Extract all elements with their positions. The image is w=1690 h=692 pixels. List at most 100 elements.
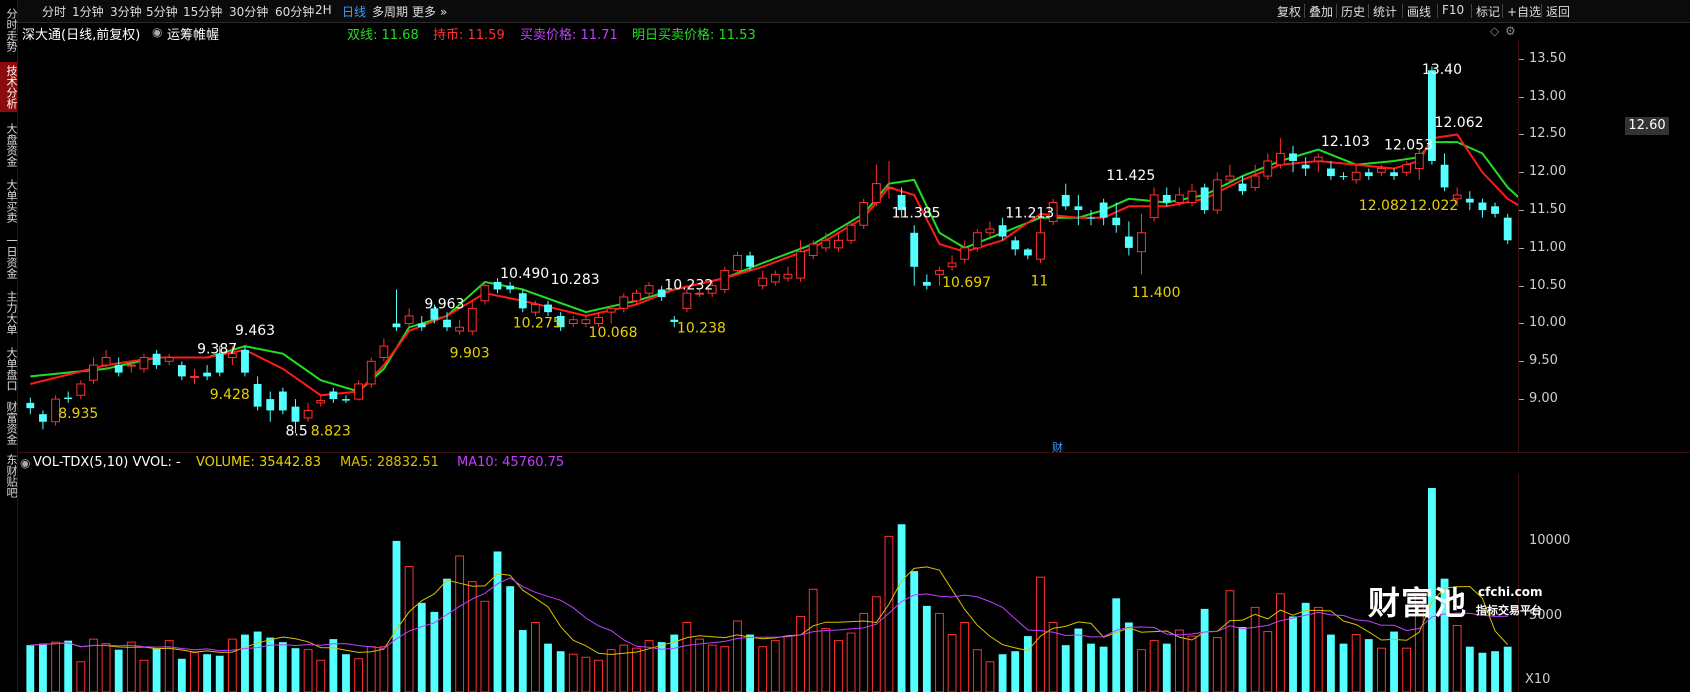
candle <box>1263 153 1273 180</box>
volume-bar <box>746 634 754 692</box>
period-tab-9[interactable]: 多周期 <box>372 3 408 20</box>
candle <box>910 225 919 286</box>
period-tab-4[interactable]: 15分钟 <box>183 3 222 20</box>
toolbar-button-8[interactable]: 返回 <box>1546 3 1570 20</box>
volume-chart[interactable] <box>18 474 1518 692</box>
volume-bar <box>203 654 212 692</box>
period-tab-6[interactable]: 60分钟 <box>275 3 314 20</box>
toolbar-button-3[interactable]: 统计 <box>1373 3 1397 20</box>
sidebar-item-4[interactable]: 一日资金 <box>0 232 18 282</box>
sidebar-item-7[interactable]: 财富资金 <box>0 400 18 446</box>
volume-bar <box>1238 627 1247 692</box>
candle <box>26 397 35 415</box>
candle <box>1011 236 1020 256</box>
candle <box>177 361 186 381</box>
candle <box>1301 157 1310 177</box>
period-tab-8[interactable]: 日线 <box>342 3 366 20</box>
volume-bar <box>770 640 780 692</box>
candle <box>1162 187 1171 207</box>
candle <box>480 281 490 305</box>
candle <box>76 380 86 400</box>
sidebar-item-8[interactable]: 东财贴吧 <box>0 452 18 500</box>
candle <box>1339 172 1348 180</box>
volume-bar <box>417 602 426 692</box>
vol-settings-icon[interactable]: ◉ <box>20 456 30 470</box>
volume-bar <box>1250 606 1260 692</box>
volume-bar <box>947 634 957 692</box>
candle <box>241 346 249 377</box>
toolbar-button-5[interactable]: F10 <box>1442 3 1464 17</box>
period-tab-5[interactable]: 30分钟 <box>229 3 268 20</box>
volume-bar <box>139 659 149 692</box>
price-tick-label: 9.50 <box>1529 353 1558 369</box>
volume-bar <box>1452 625 1462 692</box>
volume-bar <box>190 652 199 692</box>
volume-bar <box>1137 649 1146 692</box>
price-label: 10.697 <box>942 275 991 291</box>
volume-bar <box>1011 651 1020 692</box>
sidebar-item-3[interactable]: 大单买卖 <box>0 176 18 226</box>
candle <box>1390 168 1398 180</box>
candle <box>114 357 123 377</box>
candle <box>392 289 401 332</box>
toolbar-button-0[interactable]: 复权 <box>1277 3 1301 20</box>
pane-divider <box>18 452 1690 453</box>
sidebar-item-2[interactable]: 大盘资金 <box>0 118 18 172</box>
toolbar-button-6[interactable]: 标记 <box>1476 3 1500 20</box>
price-chart[interactable]: 9.387 9.463 8.935 9.428 8.5 8.823 9.963 9.903 10… <box>18 40 1518 452</box>
candle <box>544 300 552 316</box>
sidebar-item-0[interactable]: 分时走势 <box>0 4 18 56</box>
toolbar-button-7[interactable]: +自选 <box>1507 3 1541 20</box>
volume-bar <box>316 659 326 692</box>
volume-bar <box>733 620 742 692</box>
ma-red-line <box>30 133 1518 397</box>
volume-bar <box>342 654 350 692</box>
settings-icon[interactable]: ⚙ <box>1505 24 1516 38</box>
toolbar-button-4[interactable]: 画线 <box>1407 3 1431 20</box>
toolbar-separator <box>1541 4 1542 18</box>
vol-ma5-line <box>30 566 1509 656</box>
diamond-icon[interactable]: ◇ <box>1490 24 1499 38</box>
volume-bar <box>392 540 401 692</box>
volume-bar <box>1263 631 1273 692</box>
volume-bar <box>1326 634 1335 692</box>
sidebar-item-1[interactable]: 技术分析 <box>0 62 18 112</box>
price-label: 8.5 <box>285 423 307 439</box>
indicator-circle-icon[interactable]: ◉ <box>152 25 162 39</box>
price-tick <box>1519 247 1524 249</box>
volume-bar <box>1313 606 1323 692</box>
candle <box>644 281 654 298</box>
candle <box>303 402 313 422</box>
candle <box>972 228 982 252</box>
candle <box>1313 153 1323 173</box>
candle <box>733 251 742 275</box>
candle <box>985 221 995 237</box>
sidebar-item-6[interactable]: 大单盘口 <box>0 344 18 394</box>
volume-bar <box>1187 635 1197 692</box>
period-tab-10[interactable]: 更多 » <box>412 3 447 20</box>
watermark-brand: 财富池 <box>1368 584 1468 622</box>
price-label: 10.068 <box>589 325 638 341</box>
left-sidebar: 分时走势技术分析大盘资金大单买卖一日资金主力大单大单盘口财富资金东财贴吧 <box>0 0 18 692</box>
candle <box>859 198 869 229</box>
period-tab-3[interactable]: 5分钟 <box>146 3 178 20</box>
period-tab-0[interactable]: 分时 <box>42 3 66 20</box>
candle <box>139 353 149 373</box>
price-label: 12.103 <box>1321 134 1370 150</box>
price-label: 10.490 <box>500 266 549 282</box>
candle <box>834 232 843 252</box>
volume-unit: X10 <box>1525 672 1551 687</box>
toolbar-button-2[interactable]: 历史 <box>1341 3 1365 20</box>
candle <box>783 266 793 282</box>
price-tick-label: 11.50 <box>1529 202 1567 218</box>
period-tab-1[interactable]: 1分钟 <box>72 3 104 20</box>
period-tab-2[interactable]: 3分钟 <box>110 3 142 20</box>
volume-bar <box>960 621 970 692</box>
volume-bar <box>404 566 414 692</box>
period-tab-7[interactable]: 2H <box>315 3 332 17</box>
sidebar-item-5[interactable]: 主力大单 <box>0 288 18 338</box>
price-label: 12.062 <box>1435 115 1484 131</box>
news-marker[interactable]: 财 <box>1052 440 1063 452</box>
toolbar-button-1[interactable]: 叠加 <box>1309 3 1333 20</box>
candle <box>342 395 350 403</box>
